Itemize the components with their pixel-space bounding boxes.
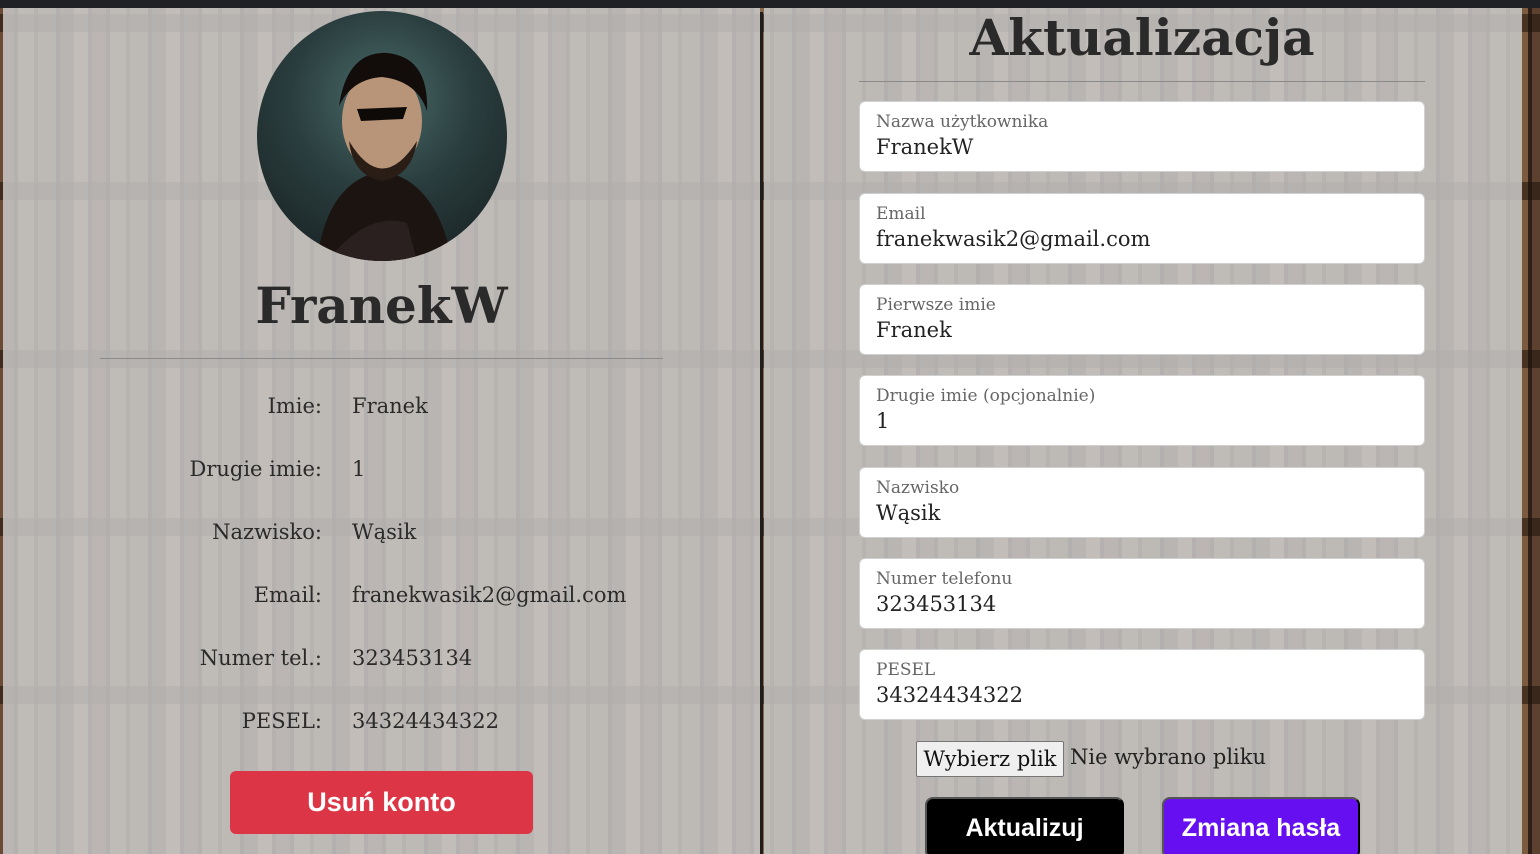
info-row-pesel: PESEL: 34324434322 [0,709,760,749]
info-row-first-name: Imie: Franek [0,394,760,434]
info-label: Imie: [267,394,322,418]
choose-file-button[interactable]: Wybierz plik [916,741,1064,777]
profile-divider [100,358,663,359]
username-field[interactable]: Nazwa użytkownika FranekW [859,101,1425,172]
form-divider [859,81,1425,82]
change-password-button[interactable]: Zmiana hasła [1162,797,1360,854]
info-label: Nazwisko: [212,520,322,544]
field-label: Drugie imie (opcjonalnie) [876,386,1096,406]
field-value[interactable]: Wąsik [876,501,940,525]
info-value: 34324434322 [352,709,499,733]
field-label: Nazwisko [876,478,960,498]
info-row-phone: Numer tel.: 323453134 [0,646,760,686]
field-value[interactable]: FranekW [876,135,973,159]
field-label: Email [876,204,926,224]
update-button[interactable]: Aktualizuj [925,797,1124,854]
info-row-surname: Nazwisko: Wąsik [0,520,760,560]
first-name-field[interactable]: Pierwsze imie Franek [859,284,1425,355]
panel-divider [760,12,763,854]
field-label: Numer telefonu [876,569,1013,589]
field-value[interactable]: 34324434322 [876,683,1023,707]
file-status-text: Nie wybrano pliku [1070,745,1267,769]
info-value: Franek [352,394,428,418]
info-label: PESEL: [241,709,322,733]
surname-field[interactable]: Nazwisko Wąsik [859,467,1425,538]
field-value[interactable]: 323453134 [876,592,996,616]
field-label: Nazwa użytkownika [876,112,1049,132]
info-value: 1 [352,457,366,481]
field-value[interactable]: franekwasik2@gmail.com [876,227,1150,251]
form-title: Aktualizacja [969,8,1315,67]
info-row-email: Email: franekwasik2@gmail.com [0,583,760,623]
info-label: Email: [253,583,322,607]
info-label: Numer tel.: [199,646,322,670]
avatar-portrait-icon [317,52,452,261]
info-value: Wąsik [352,520,417,544]
avatar [257,11,507,261]
info-value: franekwasik2@gmail.com [352,583,627,607]
second-name-field[interactable]: Drugie imie (opcjonalnie) 1 [859,375,1425,446]
field-label: Pierwsze imie [876,295,996,315]
info-label: Drugie imie: [189,457,322,481]
profile-username: FranekW [255,276,508,335]
info-row-second-name: Drugie imie: 1 [0,457,760,497]
pesel-field[interactable]: PESEL 34324434322 [859,649,1425,720]
field-value[interactable]: Franek [876,318,952,342]
email-field[interactable]: Email franekwasik2@gmail.com [859,193,1425,264]
browser-top-edge [0,0,1540,8]
phone-field[interactable]: Numer telefonu 323453134 [859,558,1425,629]
field-label: PESEL [876,660,936,680]
delete-account-button[interactable]: Usuń konto [230,771,533,834]
info-value: 323453134 [352,646,473,670]
field-value[interactable]: 1 [876,409,889,433]
